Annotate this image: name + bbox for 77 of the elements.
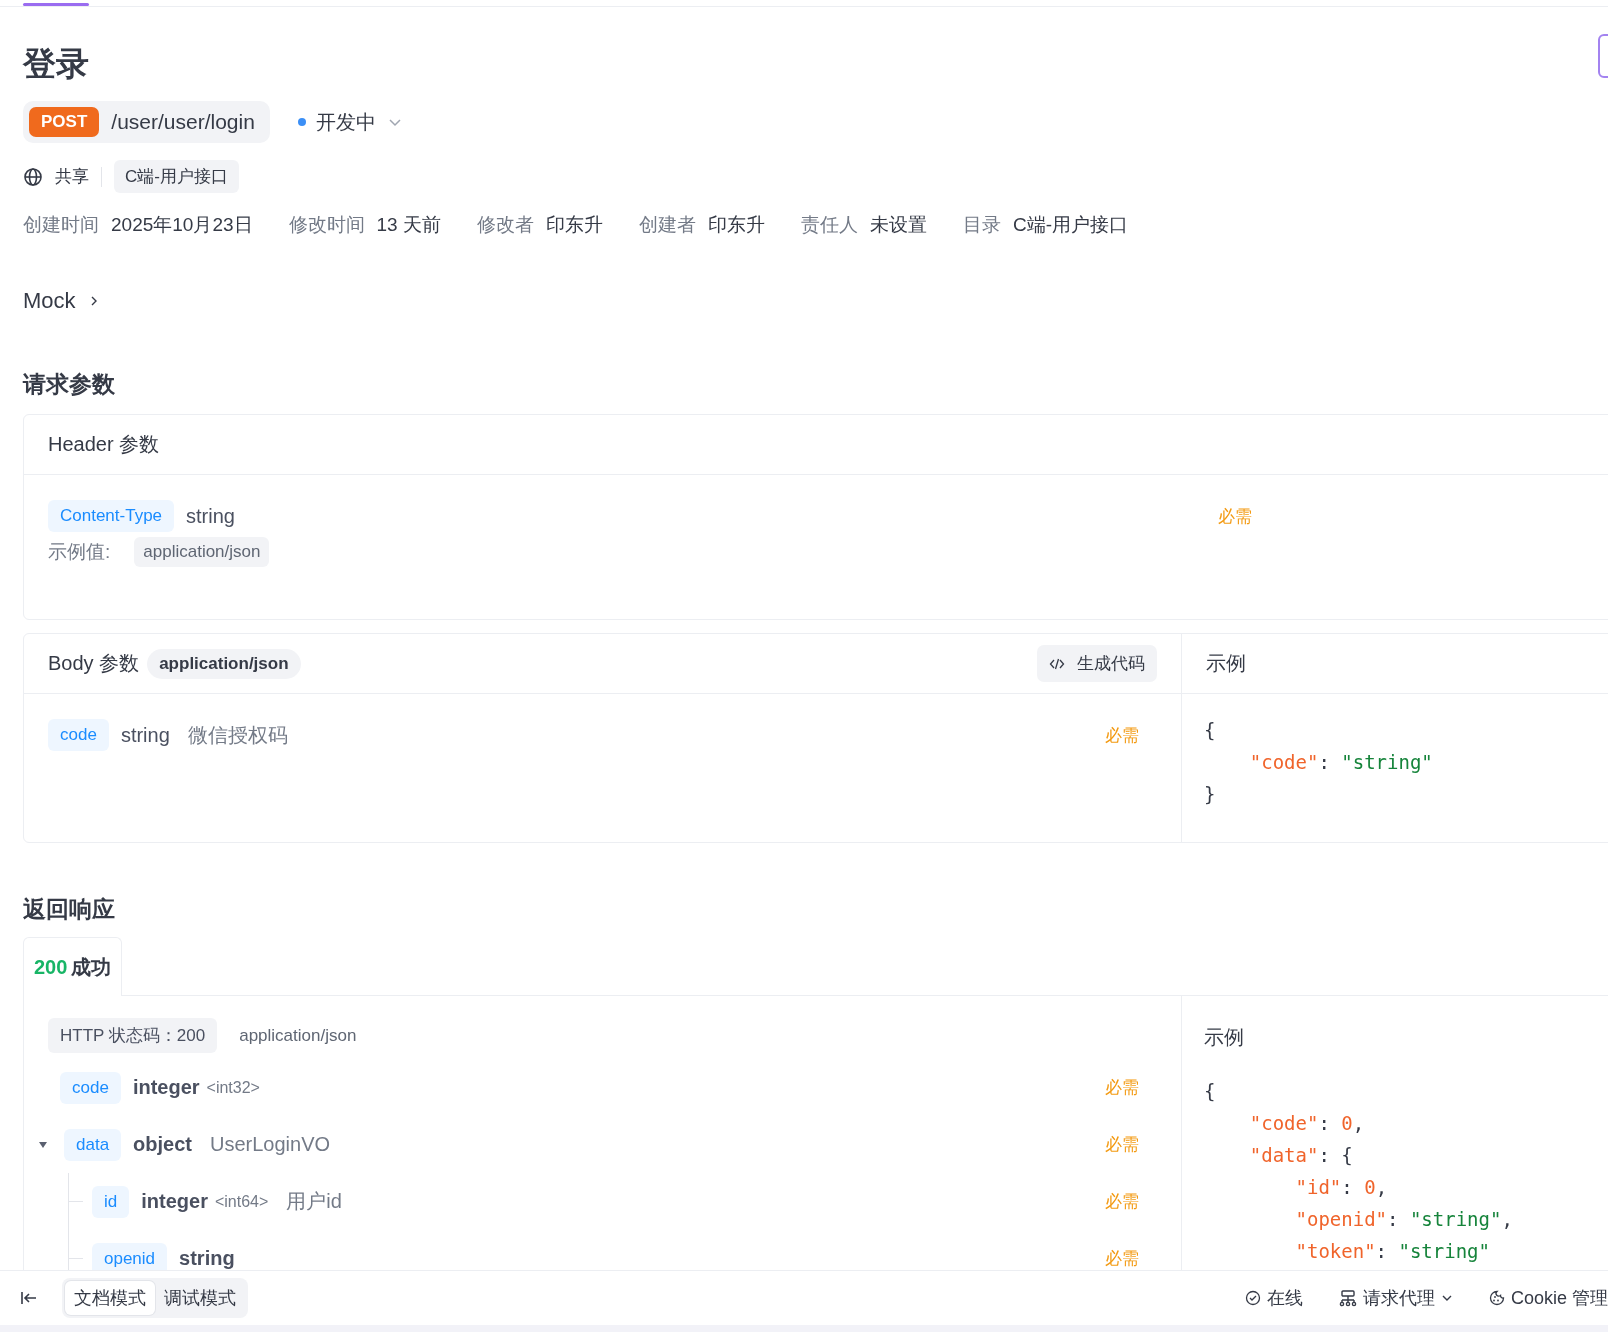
- section-title: 返回响应: [23, 895, 116, 924]
- meta-label: 修改者: [476, 213, 534, 237]
- cookie-icon: [1488, 1290, 1505, 1306]
- meta-value: 未设置: [869, 213, 927, 237]
- field-format: <int32>: [206, 1078, 260, 1097]
- field-name: openid: [92, 1242, 168, 1270]
- status-dropdown[interactable]: 开发中: [297, 108, 402, 136]
- field-description: UserLoginVO: [210, 1133, 331, 1156]
- code-line: }: [1204, 782, 1216, 807]
- content-type-label: application/json: [239, 1025, 357, 1046]
- field-name: id: [92, 1185, 130, 1218]
- mode-tab[interactable]: 文档模式: [65, 1281, 155, 1315]
- meta-value: 印东升: [545, 213, 603, 237]
- page-title: 登录: [23, 44, 89, 84]
- mock-toggle[interactable]: Mock: [23, 288, 100, 314]
- code-line: "id": 0,: [1294, 1175, 1388, 1200]
- tab-indicator: [23, 3, 89, 6]
- tree-line: [68, 1173, 83, 1230]
- http-status-tag: HTTP 状态码：200: [48, 1018, 218, 1053]
- meta-value: C端-用户接口: [1012, 213, 1129, 237]
- proxy-dropdown[interactable]: 请求代理: [1338, 1286, 1453, 1310]
- field-type: integer: [132, 1076, 200, 1099]
- code-line: "data": {: [1248, 1143, 1353, 1168]
- response-tab[interactable]: 200 成功: [23, 937, 123, 996]
- code-line: "code": "string": [1248, 750, 1433, 775]
- content-type-tag: application/json: [147, 648, 301, 679]
- field-name: code: [60, 1071, 121, 1104]
- meta-value: 印东升: [707, 213, 765, 237]
- code-line: {: [1204, 718, 1216, 743]
- param-name: Content-Type: [48, 500, 175, 532]
- field-description: 用户id: [286, 1189, 342, 1214]
- collapse-icon[interactable]: [20, 1290, 38, 1306]
- meta-label: 责任人: [800, 213, 858, 237]
- param-type: string: [120, 723, 170, 747]
- mode-tab[interactable]: 调试模式: [155, 1281, 245, 1315]
- code-line: {: [1204, 1079, 1216, 1104]
- code-line: "openid": "string",: [1294, 1207, 1513, 1232]
- card-title: Body 参数: [48, 651, 140, 676]
- share-label[interactable]: 共享: [55, 165, 89, 188]
- required-label: 必需: [1105, 1077, 1139, 1099]
- meta-value: 13 天前: [376, 213, 441, 237]
- code-line: "code": 0,: [1248, 1111, 1365, 1136]
- check-circle-icon: [1244, 1290, 1261, 1306]
- example-title: 示例: [1206, 651, 1246, 676]
- required-label: 必需: [1105, 1134, 1139, 1156]
- example-title: 示例: [1204, 1026, 1244, 1048]
- field-type: string: [179, 1247, 235, 1270]
- section-title: 请求参数: [23, 370, 116, 399]
- example-value: application/json: [134, 537, 270, 567]
- meta-label: 创建时间: [23, 213, 99, 237]
- required-label: 必需: [1105, 1191, 1139, 1213]
- field-type: integer: [141, 1190, 208, 1213]
- globe-icon: [23, 166, 43, 187]
- endpoint-field[interactable]: POST /user/user/login: [23, 101, 270, 143]
- required-label: 必需: [1218, 505, 1252, 528]
- required-label: 必需: [1105, 724, 1139, 747]
- meta-value: 2025年10月23日: [111, 213, 253, 237]
- param-name: code: [48, 719, 109, 751]
- field-name: data: [64, 1128, 122, 1161]
- cookie-button[interactable]: Cookie 管理: [1488, 1286, 1608, 1310]
- field-type: object: [133, 1133, 192, 1156]
- param-description: 微信授权码: [187, 722, 288, 748]
- meta-label: 目录: [962, 213, 1001, 237]
- folder-tag[interactable]: C端-用户接口: [114, 160, 239, 193]
- method-badge: POST: [29, 107, 100, 137]
- field-format: <int64>: [214, 1192, 269, 1211]
- meta-label: 创建者: [638, 213, 696, 237]
- card-title: Header 参数: [48, 432, 160, 457]
- required-label: 必需: [1105, 1248, 1139, 1270]
- example-label: 示例值:: [48, 540, 111, 564]
- network-icon: [1338, 1289, 1357, 1307]
- code-line: "token": "string": [1294, 1239, 1490, 1264]
- generate-code-button[interactable]: 生成代码: [1037, 645, 1157, 682]
- meta-label: 修改时间: [288, 213, 365, 237]
- expand-triangle-icon[interactable]: [38, 1139, 48, 1150]
- param-type: string: [186, 504, 235, 528]
- online-button[interactable]: 在线: [1244, 1286, 1303, 1310]
